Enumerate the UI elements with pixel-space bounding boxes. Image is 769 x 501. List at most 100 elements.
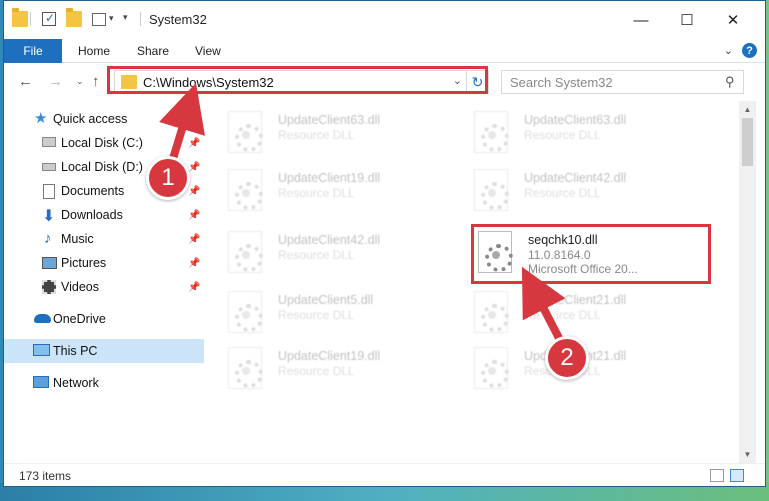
file-name: UpdateClient19.dll xyxy=(278,349,381,363)
forward-arrow-icon[interactable]: → xyxy=(48,73,63,90)
pin-icon[interactable]: 📌 xyxy=(188,186,200,197)
item-count: 173 items xyxy=(19,469,72,483)
search-icon[interactable]: ⚲ xyxy=(725,74,735,90)
file-type: Resource DLL xyxy=(524,308,601,322)
sidebar-item-videos[interactable]: Videos 📌 xyxy=(4,275,204,299)
step-1-badge: 1 xyxy=(146,156,190,200)
vertical-scrollbar[interactable]: ▲ ▼ xyxy=(739,101,756,463)
star-icon: ★ xyxy=(34,110,48,127)
address-bar[interactable]: C:\Windows\System32 ⌄ ↻ xyxy=(114,70,489,94)
sidebar-item-music[interactable]: ♪ Music 📌 xyxy=(4,227,204,251)
status-bar: 173 items xyxy=(4,463,765,486)
address-path[interactable]: C:\Windows\System32 xyxy=(143,75,274,90)
address-row: ← → ⌄ ↑ C:\Windows\System32 ⌄ ↻ Search S… xyxy=(4,63,765,101)
pin-icon[interactable]: 📌 xyxy=(188,162,200,173)
file-type: Resource DLL xyxy=(524,186,601,200)
tab-home[interactable]: Home xyxy=(78,39,110,63)
chevron-down-icon[interactable]: ⌄ xyxy=(453,74,462,87)
sidebar-item-label: Local Disk (D:) xyxy=(61,160,143,174)
recent-locations-icon[interactable]: ⌄ xyxy=(76,76,84,87)
download-icon: ⬇ xyxy=(42,208,56,225)
documents-icon xyxy=(43,184,55,199)
file-item[interactable]: UpdateClient63.dll Resource DLL xyxy=(218,105,448,161)
sidebar-item-quick-access[interactable]: ★ Quick access xyxy=(4,107,204,131)
sidebar-item-pictures[interactable]: Pictures 📌 xyxy=(4,251,204,275)
sidebar-item-label: Quick access xyxy=(53,112,128,126)
customize-toolbar-icon[interactable]: ▾ xyxy=(123,12,128,23)
step-2-badge: 2 xyxy=(545,336,589,380)
details-view-icon[interactable] xyxy=(710,469,724,482)
sidebar-item-network[interactable]: Network xyxy=(4,371,204,395)
file-version: 11.0.8164.0 xyxy=(528,248,591,262)
dll-file-icon xyxy=(228,291,263,333)
pin-icon[interactable]: 📌 xyxy=(188,210,200,221)
file-item[interactable]: UpdateClient19.dll Resource DLL xyxy=(218,341,448,397)
file-item[interactable]: UpdateClient5.dll Resource DLL xyxy=(218,285,448,341)
close-button[interactable]: ✕ xyxy=(710,7,756,33)
file-name: UpdateClient42.dll xyxy=(278,233,381,247)
tiles-view-icon[interactable] xyxy=(730,469,744,482)
file-name: UpdateClient21.dll xyxy=(524,293,627,307)
pin-icon[interactable]: 📌 xyxy=(188,234,200,245)
folder-icon xyxy=(12,8,28,27)
file-type: Resource DLL xyxy=(278,308,355,322)
file-name: UpdateClient42.dll xyxy=(524,171,627,185)
dll-file-icon xyxy=(474,169,509,211)
expand-ribbon-icon[interactable]: ⌄ xyxy=(724,44,733,57)
sidebar-item-label: Pictures xyxy=(61,256,107,270)
dll-file-icon xyxy=(228,111,263,153)
sidebar-item-label: Network xyxy=(53,376,99,390)
chevron-down-icon[interactable]: ▾ xyxy=(109,13,114,24)
file-item[interactable]: UpdateClient21.dll Resource DLL xyxy=(464,285,694,341)
dll-file-icon xyxy=(474,347,509,389)
properties-icon[interactable] xyxy=(42,11,56,26)
cloud-icon xyxy=(34,314,51,323)
sidebar-item-onedrive[interactable]: OneDrive xyxy=(4,307,204,331)
file-name: UpdateClient5.dll xyxy=(278,293,374,307)
file-name: UpdateClient63.dll xyxy=(278,113,381,127)
dll-file-icon xyxy=(228,169,263,211)
up-arrow-icon[interactable]: ↑ xyxy=(92,73,100,90)
drive-icon xyxy=(42,163,56,171)
tab-share[interactable]: Share xyxy=(137,39,169,63)
file-item-seqchk10[interactable]: seqchk10.dll 11.0.8164.0 Microsoft Offic… xyxy=(468,225,698,281)
view-icon[interactable] xyxy=(92,13,106,26)
drive-icon xyxy=(42,137,56,147)
file-type: Resource DLL xyxy=(278,186,355,200)
file-item[interactable]: UpdateClient42.dll Resource DLL xyxy=(464,163,694,219)
file-type: Resource DLL xyxy=(524,128,601,142)
file-name: UpdateClient63.dll xyxy=(524,113,627,127)
sidebar-item-label: This PC xyxy=(53,344,98,358)
file-type: Resource DLL xyxy=(278,364,355,378)
new-folder-icon[interactable] xyxy=(66,8,82,27)
network-icon xyxy=(33,376,49,388)
separator xyxy=(140,12,141,26)
maximize-button[interactable]: ☐ xyxy=(664,7,710,33)
separator xyxy=(30,12,31,26)
file-item[interactable]: UpdateClient63.dll Resource DLL xyxy=(464,105,694,161)
navigation-pane: ★ Quick access Local Disk (C:) 📌 Local D… xyxy=(4,101,204,461)
file-item[interactable]: UpdateClient19.dll Resource DLL xyxy=(218,163,448,219)
tab-file[interactable]: File xyxy=(4,39,62,63)
sidebar-item-this-pc[interactable]: This PC xyxy=(4,339,204,363)
search-input[interactable]: Search System32 ⚲ xyxy=(501,70,744,94)
pin-icon[interactable]: 📌 xyxy=(188,282,200,293)
scroll-up-icon[interactable]: ▲ xyxy=(739,101,756,118)
minimize-button[interactable]: — xyxy=(618,7,664,33)
pin-icon[interactable]: 📌 xyxy=(188,258,200,269)
file-item[interactable]: UpdateClient42.dll Resource DLL xyxy=(218,225,448,281)
sidebar-item-label: Local Disk (C:) xyxy=(61,136,143,150)
file-type: Resource DLL xyxy=(278,248,355,262)
scroll-thumb[interactable] xyxy=(742,118,753,166)
file-type: Microsoft Office 20... xyxy=(528,262,638,276)
scroll-down-icon[interactable]: ▼ xyxy=(739,446,756,463)
back-arrow-icon[interactable]: ← xyxy=(18,73,33,90)
sidebar-item-downloads[interactable]: ⬇ Downloads 📌 xyxy=(4,203,204,227)
file-list: UpdateClient63.dll Resource DLL UpdateCl… xyxy=(218,101,738,463)
dll-file-icon xyxy=(228,231,263,273)
pin-icon[interactable]: 📌 xyxy=(188,138,200,149)
refresh-icon[interactable]: ↻ xyxy=(466,71,488,93)
help-icon[interactable]: ? xyxy=(742,43,757,58)
tab-view[interactable]: View xyxy=(195,39,221,63)
sidebar-item-local-disk-c[interactable]: Local Disk (C:) 📌 xyxy=(4,131,204,155)
